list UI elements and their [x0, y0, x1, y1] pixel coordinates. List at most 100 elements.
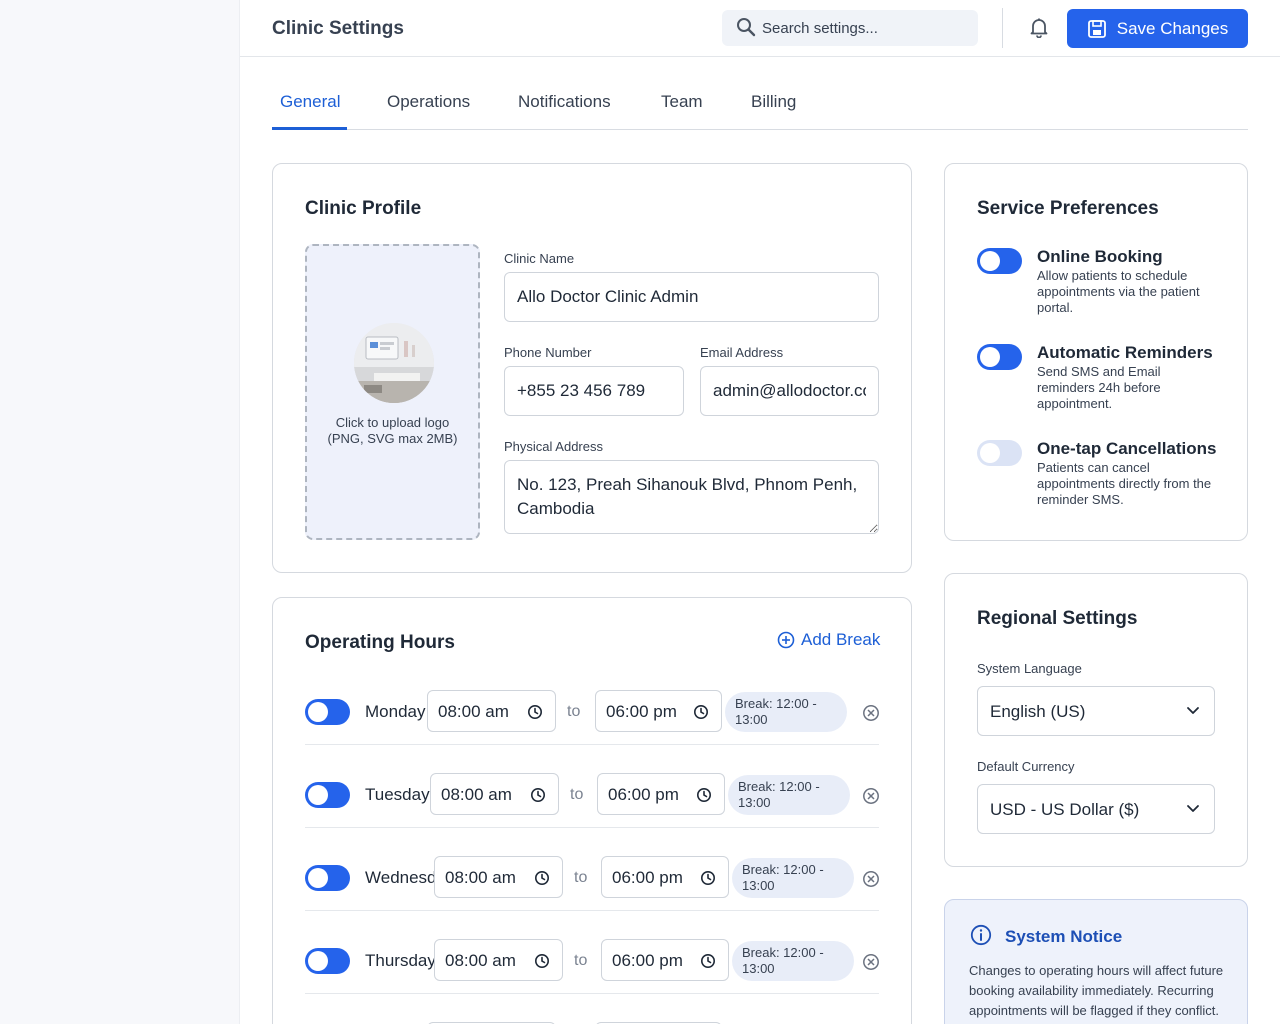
email-address-input[interactable] — [700, 366, 879, 416]
tuesday-open-time[interactable]: 08:00 am — [430, 773, 559, 815]
operating-hours-title: Operating Hours — [305, 632, 455, 653]
clinic-name-input[interactable] — [504, 272, 879, 322]
default-currency-select[interactable]: USD - US Dollar ($) — [977, 784, 1215, 834]
save-changes-button[interactable]: Save Changes — [1067, 9, 1248, 48]
wednesday-close-time[interactable]: 06:00 pm — [601, 856, 729, 898]
default-currency-label: Default Currency — [977, 759, 1075, 774]
automatic-reminders-title: Automatic Reminders — [1037, 343, 1213, 362]
online-booking-toggle[interactable] — [977, 248, 1022, 274]
service-preferences-title: Service Preferences — [977, 198, 1159, 219]
physical-address-input[interactable]: No. 123, Preah Sihanouk Blvd, Phnom Penh… — [504, 460, 879, 534]
bell-icon[interactable] — [1028, 16, 1050, 38]
tuesday-close-value: 06:00 pm — [608, 785, 679, 804]
email-address-label: Email Address — [700, 345, 784, 360]
system-language-select[interactable]: English (US) — [977, 686, 1215, 736]
page-title: Clinic Settings — [272, 18, 404, 39]
sidebar — [0, 0, 240, 1024]
day-label-wednesday: Wednesday — [365, 868, 434, 887]
physical-address-label: Physical Address — [504, 439, 603, 454]
thursday-toggle[interactable] — [305, 948, 350, 974]
service-preferences-card: Service Preferences Online Booking Allow… — [944, 163, 1248, 541]
to-label: to — [567, 703, 581, 720]
add-break-button[interactable]: Add Break — [777, 630, 880, 650]
upload-logo-text: Click to upload logo (PNG, SVG max 2MB) — [327, 415, 458, 446]
remove-break-icon[interactable] — [862, 787, 880, 805]
to-label: to — [570, 786, 584, 803]
clock-icon — [535, 954, 549, 968]
wednesday-toggle[interactable] — [305, 865, 350, 891]
wednesday-close-value: 06:00 pm — [612, 868, 683, 887]
remove-break-icon[interactable] — [862, 870, 880, 888]
thursday-close-time[interactable]: 06:00 pm — [601, 939, 729, 981]
thursday-open-time[interactable]: 08:00 am — [434, 939, 563, 981]
clinic-profile-card: Clinic Profile Click to upload logo (PNG… — [272, 163, 912, 573]
regional-settings-card: Regional Settings System Language Englis… — [944, 573, 1248, 867]
one-tap-cancellations-title: One-tap Cancellations — [1037, 439, 1217, 458]
monday-open-time[interactable]: 08:00 am — [427, 690, 556, 732]
logo-upload-dropzone[interactable]: Click to upload logo (PNG, SVG max 2MB) — [305, 244, 480, 540]
to-label: to — [574, 869, 588, 886]
tuesday-break-badge[interactable]: Break: 12:00 - 13:00 — [728, 775, 850, 815]
clinic-logo-image — [354, 323, 434, 403]
header-divider — [1002, 8, 1003, 48]
clock-icon — [701, 871, 715, 885]
floppy-disk-icon — [1087, 19, 1106, 38]
wednesday-open-value: 08:00 am — [445, 868, 516, 887]
thursday-break-badge[interactable]: Break: 12:00 - 13:00 — [732, 941, 854, 981]
monday-open-value: 08:00 am — [438, 702, 509, 721]
day-label-thursday: Thursday — [365, 951, 434, 970]
online-booking-title: Online Booking — [1037, 247, 1163, 266]
one-tap-cancellations-desc: Patients can cancel appointments directl… — [1037, 460, 1212, 507]
tuesday-toggle[interactable] — [305, 782, 350, 808]
wednesday-open-time[interactable]: 08:00 am — [434, 856, 563, 898]
clock-icon — [697, 788, 711, 802]
add-break-label: Add Break — [801, 630, 881, 649]
tab-billing[interactable]: Billing — [751, 92, 796, 112]
monday-toggle[interactable] — [305, 699, 350, 725]
clock-icon — [528, 705, 542, 719]
thursday-close-value: 06:00 pm — [612, 951, 683, 970]
one-tap-cancellations-toggle[interactable] — [977, 440, 1022, 466]
phone-number-input[interactable] — [504, 366, 684, 416]
chevron-down-icon — [1187, 707, 1199, 714]
clock-icon — [531, 788, 545, 802]
system-language-value: English (US) — [990, 702, 1086, 721]
system-notice: System Notice Changes to operating hours… — [944, 899, 1248, 1024]
default-currency-value: USD - US Dollar ($) — [990, 800, 1140, 819]
system-language-label: System Language — [977, 661, 1082, 676]
day-label-monday: Monday — [365, 702, 426, 721]
clinic-name-label: Clinic Name — [504, 251, 575, 266]
remove-break-icon[interactable] — [862, 704, 880, 722]
clock-icon — [535, 871, 549, 885]
regional-settings-title: Regional Settings — [977, 608, 1138, 629]
day-label-tuesday: Tuesday — [365, 785, 430, 804]
info-icon — [970, 924, 992, 946]
search-input[interactable] — [762, 10, 968, 46]
monday-break-badge[interactable]: Break: 12:00 - 13:00 — [725, 692, 847, 732]
settings-tabs: General Operations Notifications Team Bi… — [272, 80, 1248, 130]
tab-notifications[interactable]: Notifications — [518, 92, 611, 112]
remove-break-icon[interactable] — [862, 953, 880, 971]
operating-hours-card: Operating Hours Add Break Monday 08:00 a… — [272, 597, 912, 1024]
wednesday-break-badge[interactable]: Break: 12:00 - 13:00 — [732, 858, 854, 898]
plus-circle-icon — [777, 631, 795, 649]
thursday-open-value: 08:00 am — [445, 951, 516, 970]
tab-general[interactable]: General — [280, 92, 340, 112]
automatic-reminders-desc: Send SMS and Email reminders 24h before … — [1037, 364, 1161, 411]
row-divider — [305, 993, 879, 994]
tab-operations[interactable]: Operations — [387, 92, 470, 112]
top-bar: Clinic Settings Save Changes — [240, 0, 1280, 57]
chevron-down-icon — [1187, 805, 1199, 812]
automatic-reminders-toggle[interactable] — [977, 344, 1022, 370]
phone-number-label: Phone Number — [504, 345, 592, 360]
tuesday-open-value: 08:00 am — [441, 785, 512, 804]
active-tab-indicator — [272, 127, 347, 130]
monday-close-time[interactable]: 06:00 pm — [595, 690, 722, 732]
save-changes-label: Save Changes — [1116, 18, 1229, 38]
search-box[interactable] — [722, 10, 978, 46]
tab-team[interactable]: Team — [661, 92, 703, 112]
tuesday-close-time[interactable]: 06:00 pm — [597, 773, 725, 815]
search-icon — [737, 18, 756, 37]
row-divider — [305, 827, 879, 828]
row-divider — [305, 910, 879, 911]
